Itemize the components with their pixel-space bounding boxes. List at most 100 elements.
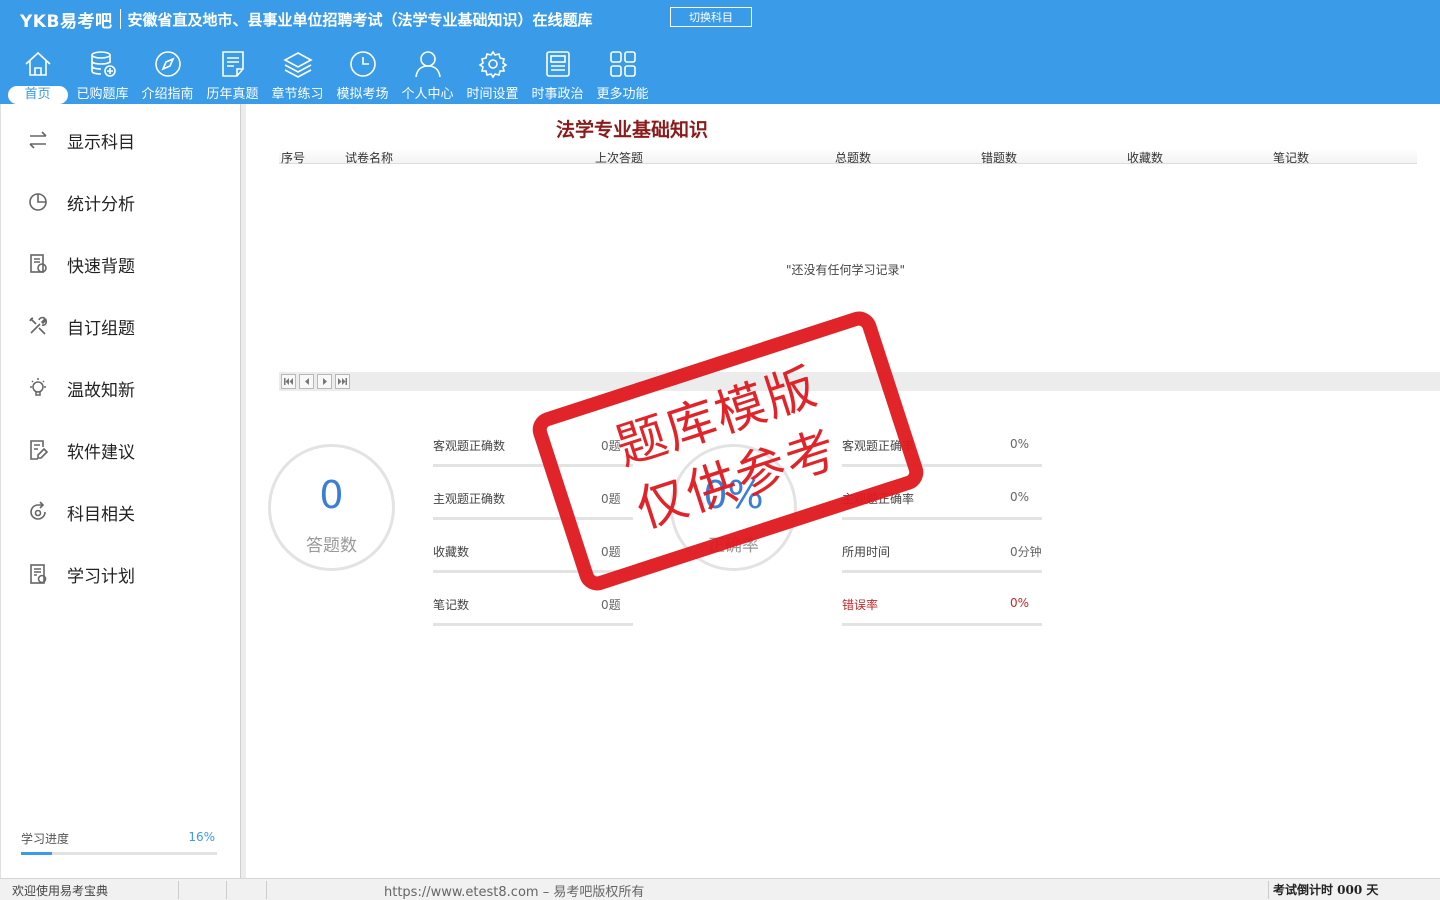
sidebar-item-show-subjects[interactable]: 显示科目 [26,125,135,155]
stat-objective-rate: 客观题正确率 0% [842,437,1042,467]
nav-time-settings[interactable]: 时间设置 [460,44,525,104]
sidebar-item-review-old[interactable]: 温故知新 [26,373,135,403]
status-divider [226,881,227,899]
first-page-button[interactable] [281,374,296,389]
last-page-icon [338,378,347,385]
stat-label: 主观题正确数 [433,492,506,506]
nav-label: 介绍指南 [141,87,194,102]
compass-icon [152,48,184,80]
stat-value: 0题 [601,439,621,453]
grid-icon [607,48,639,80]
progress-label: 学习进度 [21,832,70,846]
stat-label: 客观题正确数 [433,439,506,453]
empty-records-message: "还没有任何学习记录" [786,263,906,277]
table-pager [279,372,1440,391]
stat-subjective-correct: 主观题正确数 0题 [433,490,633,520]
status-divider [1268,881,1269,899]
edit-doc-icon [26,438,50,462]
brand-divider [120,9,122,29]
sidebar-item-label: 温故知新 [67,380,135,401]
next-page-button[interactable] [317,374,332,389]
progress-fill [21,852,53,855]
nav-more[interactable]: 更多功能 [590,44,655,104]
exam-countdown: 考试倒计时 000 天 [1273,883,1379,897]
nav-purchased[interactable]: 已购题库 [70,44,135,104]
app-logo: YKB易考吧 [20,11,113,32]
tools-icon [26,314,50,338]
stat-value: 0% [1010,490,1030,504]
sidebar-item-statistics[interactable]: 统计分析 [26,187,135,217]
stat-label: 收藏数 [433,545,470,559]
top-header: YKB易考吧 安徽省直及地市、县事业单位招聘考试（法学专业基础知识）在线题库 切… [0,0,1440,104]
stat-value: 0% [1010,437,1030,451]
nav-mock-exam[interactable]: 模拟考场 [330,44,395,104]
nav-chapter-practice[interactable]: 章节练习 [265,44,330,104]
nav-label: 历年真题 [206,87,259,102]
status-bar: 欢迎使用易考宝典 https://www.etest8.com – 易考吧版权所… [0,878,1440,900]
last-page-button[interactable] [335,374,350,389]
sidebar: 显示科目 统计分析 快速背题 自订组题 温故知新 软件建议 科目相关 学习计划 … [0,104,241,878]
gear-icon [477,48,509,80]
welcome-text: 欢迎使用易考宝典 [12,884,109,898]
column-header[interactable]: 笔记数 [1273,149,1309,166]
column-header[interactable]: 收藏数 [1127,149,1163,166]
sidebar-item-study-plan[interactable]: 学习计划 [26,559,135,589]
column-header[interactable]: 上次答题 [595,149,643,166]
nav-label: 个人中心 [401,87,454,102]
nav-label: 模拟考场 [336,87,389,102]
sidebar-item-suggestions[interactable]: 软件建议 [26,435,135,465]
plan-doc-icon [26,562,50,586]
stat-value: 0% [1010,596,1030,610]
stat-value: 0题 [601,545,621,559]
stat-favorites: 收藏数 0题 [433,543,633,573]
nav-personal-center[interactable]: 个人中心 [395,44,460,104]
sidebar-item-label: 学习计划 [67,566,135,587]
brand-bar: YKB易考吧 安徽省直及地市、县事业单位招聘考试（法学专业基础知识）在线题库 [20,7,593,32]
stat-value: 0题 [601,598,621,612]
nav-label: 时间设置 [466,87,519,102]
top-nav: 首页 已购题库 介绍指南 历年真题 章节练习 模拟考场 个人中心 时间设置 时事… [5,44,655,104]
nav-current-affairs[interactable]: 时事政治 [525,44,590,104]
nav-label: 更多功能 [596,87,649,102]
copyright-text: https://www.etest8.com – 易考吧版权所有 [384,885,645,900]
pie-chart-icon [26,190,50,214]
records-table-header: 序号 试卷名称 上次答题 总题数 错题数 收藏数 笔记数 [279,148,1417,166]
sidebar-item-custom-questions[interactable]: 自订组题 [26,311,135,341]
column-header[interactable]: 错题数 [981,149,1017,166]
status-divider [178,881,179,899]
app-title: 安徽省直及地市、县事业单位招聘考试（法学专业基础知识）在线题库 [127,10,593,29]
nav-label: 章节练习 [271,87,324,102]
nav-past-exams[interactable]: 历年真题 [200,44,265,104]
sidebar-item-label: 快速背题 [67,256,135,277]
nav-guide[interactable]: 介绍指南 [135,44,200,104]
prev-page-button[interactable] [299,374,314,389]
sidebar-item-subject-related[interactable]: 科目相关 [26,497,135,527]
accuracy-label: 正确率 [708,536,759,556]
stat-error-rate: 错误率 0% [842,596,1042,626]
subject-title: 法学专业基础知识 [556,119,709,141]
stat-notes: 笔记数 0题 [433,596,633,626]
column-header[interactable]: 总题数 [835,149,871,166]
answered-count-value: 0 [319,473,344,517]
stat-subjective-rate: 主观题正确率 0% [842,490,1042,520]
column-header[interactable]: 试卷名称 [345,149,393,166]
stat-value: 0分钟 [1010,545,1042,559]
stat-time-used: 所用时间 0分钟 [842,543,1042,573]
sidebar-item-label: 软件建议 [67,442,135,463]
sidebar-item-label: 科目相关 [67,504,135,525]
study-progress: 学习进度 16% [21,830,217,855]
stat-value: 0题 [601,492,621,506]
newspaper-icon [542,48,574,80]
database-icon [87,48,119,80]
stat-label: 主观题正确率 [842,492,915,506]
column-header[interactable]: 序号 [281,149,305,166]
nav-label: 时事政治 [531,87,584,102]
switch-subject-button[interactable]: 切换科目 [670,7,752,27]
progress-track [21,852,217,855]
stat-label: 所用时间 [842,545,891,559]
user-icon [412,48,444,80]
sidebar-item-label: 显示科目 [67,132,135,153]
nav-home[interactable]: 首页 [5,44,70,104]
book-icon [26,252,50,276]
sidebar-item-quick-review[interactable]: 快速背题 [26,249,135,279]
